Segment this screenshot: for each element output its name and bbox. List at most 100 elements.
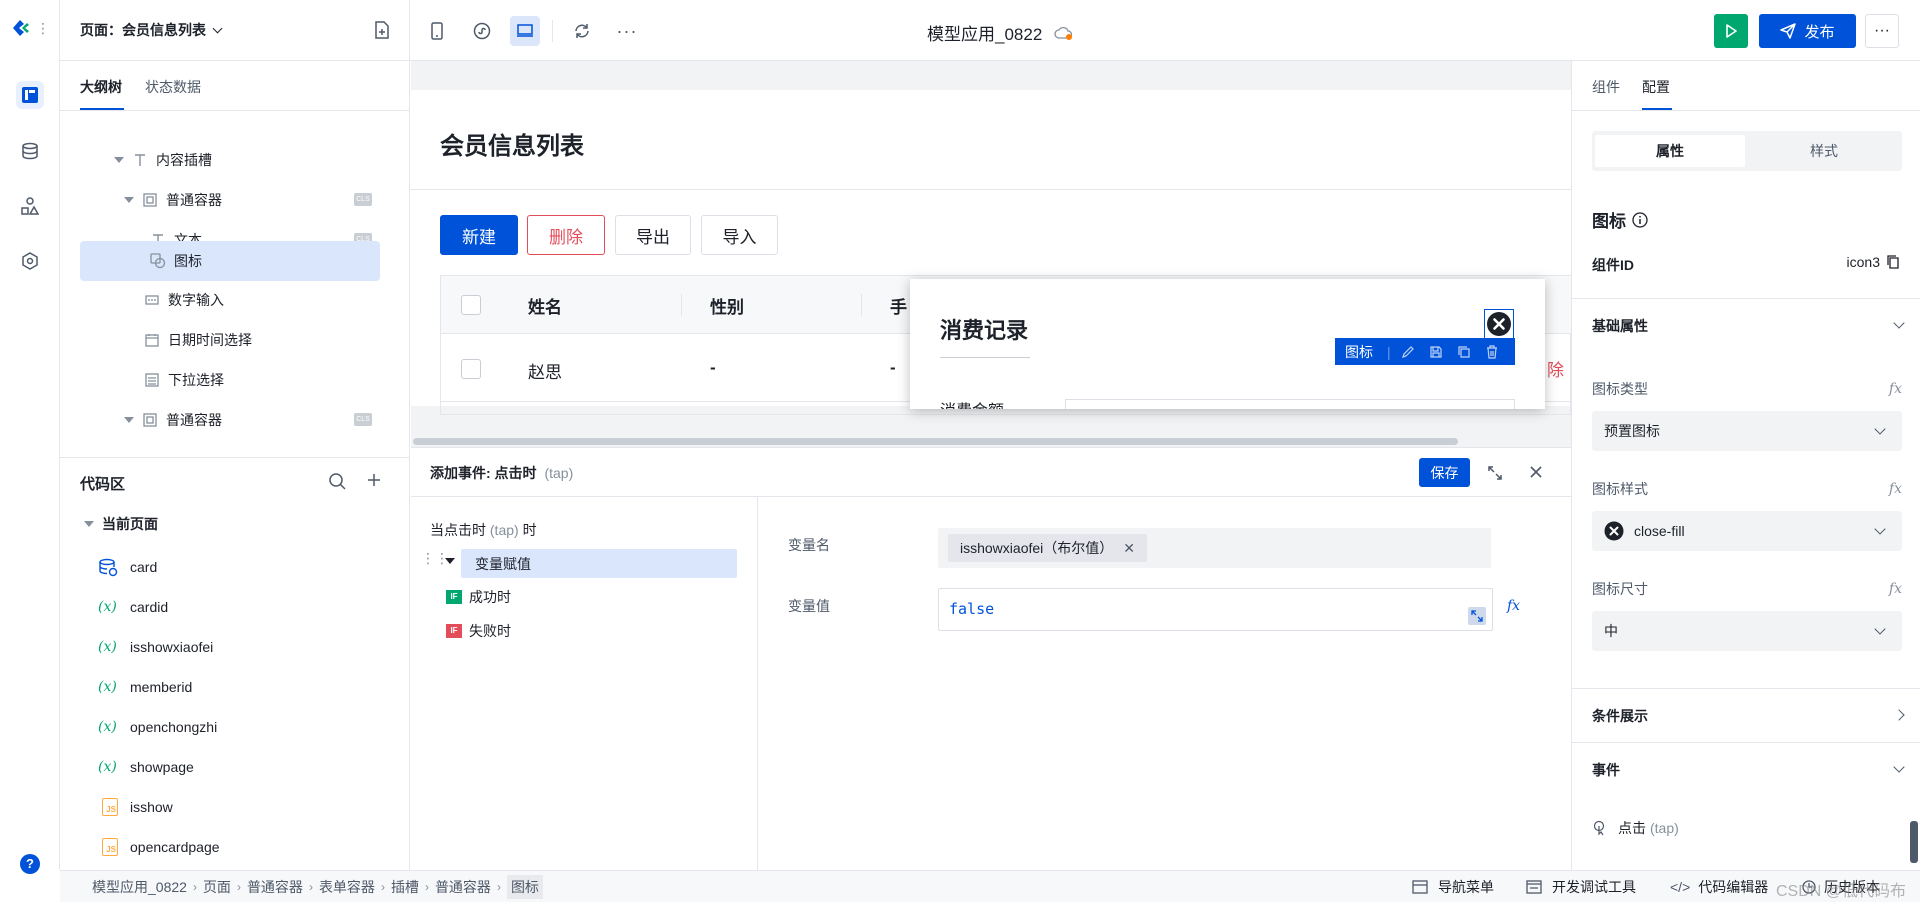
tab-components[interactable]: 组件: [1592, 77, 1620, 97]
divider: [60, 110, 409, 111]
row-checkbox[interactable]: [461, 359, 481, 379]
delete-icon[interactable]: [1485, 344, 1499, 359]
var-value-input[interactable]: false: [938, 588, 1493, 631]
amount-input[interactable]: [1065, 399, 1515, 409]
icon-style-select[interactable]: close-fill: [1592, 511, 1902, 551]
code-item-variable[interactable]: (x) cardid: [98, 587, 168, 627]
more-icon[interactable]: ···: [612, 16, 642, 46]
import-button[interactable]: 导入: [701, 215, 778, 255]
database-icon[interactable]: [16, 137, 44, 165]
tree-item[interactable]: 日期时间选择: [80, 320, 380, 360]
action-assign-variable[interactable]: 变量赋值: [461, 549, 737, 578]
run-button[interactable]: [1714, 14, 1748, 48]
info-icon[interactable]: [1632, 211, 1648, 228]
section-condition[interactable]: 条件展示: [1572, 688, 1920, 742]
breadcrumb-item[interactable]: 插槽: [391, 877, 419, 897]
event-item-tap[interactable]: 点击 (tap): [1592, 818, 1679, 838]
caret-down-icon: [124, 417, 134, 423]
fx-icon[interactable]: fx: [1889, 581, 1902, 597]
page-selector[interactable]: 页面：会员信息列表: [80, 20, 223, 40]
chevron-down-icon: [1893, 761, 1905, 773]
breadcrumb-item-current[interactable]: 图标: [506, 875, 543, 899]
tree-item-selected[interactable]: 图标: [80, 241, 380, 281]
new-button[interactable]: 新建: [440, 215, 518, 255]
breadcrumb-item[interactable]: 页面: [203, 877, 231, 897]
refresh-icon[interactable]: [567, 16, 597, 46]
devtools-button[interactable]: 开发调试工具: [1526, 871, 1636, 902]
publish-button[interactable]: 发布: [1759, 14, 1856, 48]
copy-icon[interactable]: [1457, 345, 1471, 359]
code-group[interactable]: 当前页面: [84, 514, 158, 534]
row-delete-link[interactable]: 除: [1547, 356, 1564, 381]
add-icon[interactable]: [366, 472, 382, 488]
code-editor-button[interactable]: </> 代码编辑器: [1670, 871, 1768, 902]
app-title: 模型应用_0822: [927, 25, 1043, 44]
component-heading-label: 图标: [1592, 212, 1626, 231]
section-events[interactable]: 事件: [1572, 742, 1920, 796]
fx-icon[interactable]: fx: [1507, 598, 1520, 614]
tree-item[interactable]: 内容插槽: [80, 140, 380, 180]
fail-branch[interactable]: IF 失败时: [446, 621, 511, 641]
breadcrumb-item[interactable]: 普通容器: [435, 877, 491, 897]
success-branch[interactable]: IF 成功时: [446, 587, 511, 607]
tree-item[interactable]: 普通容器 CLS: [80, 400, 380, 440]
text-icon: [132, 152, 148, 168]
nav-menu-button[interactable]: 导航菜单: [1412, 871, 1494, 902]
code-item-datasource[interactable]: card: [98, 547, 157, 587]
tab-state-data[interactable]: 状态数据: [145, 77, 201, 97]
copy-icon[interactable]: [1886, 254, 1900, 270]
save-icon[interactable]: [1429, 345, 1443, 359]
mobile-view-icon[interactable]: [422, 16, 452, 46]
outline-icon[interactable]: [16, 81, 44, 109]
code-item-variable[interactable]: (x) isshowxiaofei: [98, 627, 213, 667]
code-item-js[interactable]: JS isshow: [98, 787, 173, 827]
code-item-variable[interactable]: (x) showpage: [98, 747, 194, 787]
settings-hex-icon[interactable]: [16, 247, 44, 275]
add-page-icon[interactable]: [373, 21, 391, 39]
fx-icon[interactable]: fx: [1889, 481, 1902, 497]
export-button[interactable]: 导出: [615, 215, 691, 255]
components-icon[interactable]: [16, 192, 44, 220]
tab-outline[interactable]: 大纲树: [80, 77, 122, 97]
var-name-select[interactable]: isshowxiaofei（布尔值） ✕: [938, 528, 1491, 568]
code-item-variable[interactable]: (x) memberid: [98, 667, 192, 707]
breadcrumb-item[interactable]: 表单容器: [319, 877, 375, 897]
delete-button[interactable]: 删除: [527, 215, 605, 255]
tag-close-icon[interactable]: ✕: [1123, 540, 1135, 557]
tree-item[interactable]: 下拉选择: [80, 360, 380, 400]
code-item-js[interactable]: JS opencardpage: [98, 827, 220, 867]
chevron-down-icon: [1874, 523, 1886, 535]
edit-icon[interactable]: [1401, 345, 1415, 359]
breadcrumb-item[interactable]: 模型应用_0822: [92, 877, 187, 897]
help-icon[interactable]: ?: [20, 854, 40, 874]
tree-item[interactable]: 数字输入: [80, 280, 380, 320]
breadcrumb-item[interactable]: 普通容器: [247, 877, 303, 897]
close-icon[interactable]: [1529, 465, 1543, 479]
section-basic-props[interactable]: 基础属性: [1572, 298, 1920, 352]
section-title: 基础属性: [1592, 317, 1648, 334]
icon-type-select[interactable]: 预置图标: [1592, 411, 1902, 451]
horizontal-scrollbar[interactable]: [413, 438, 1458, 445]
variable-icon: (x): [98, 599, 117, 615]
icon-size-select[interactable]: 中: [1592, 611, 1902, 651]
expand-editor-icon[interactable]: [1468, 607, 1486, 625]
app-logo[interactable]: ⋮: [10, 16, 50, 40]
code-icon: </>: [1670, 879, 1691, 895]
select-all-checkbox[interactable]: [461, 295, 481, 315]
tab-config[interactable]: 配置: [1642, 77, 1670, 97]
seg-props[interactable]: 属性: [1595, 135, 1745, 167]
tree-item[interactable]: 普通容器 CLS: [80, 180, 380, 220]
desktop-view-icon[interactable]: [510, 16, 540, 46]
fail-label: 失败时: [469, 623, 511, 639]
fx-icon[interactable]: fx: [1889, 381, 1902, 397]
side-handle[interactable]: [1910, 821, 1918, 863]
save-button[interactable]: 保存: [1419, 458, 1470, 487]
search-icon[interactable]: [328, 472, 346, 490]
expand-icon[interactable]: [1487, 465, 1503, 481]
close-fill-icon[interactable]: [1484, 309, 1514, 339]
code-item-variable[interactable]: (x) openchongzhi: [98, 707, 217, 747]
miniprogram-view-icon[interactable]: [467, 16, 497, 46]
seg-styles[interactable]: 样式: [1749, 135, 1899, 167]
devtools-icon: [1526, 880, 1542, 894]
more-menu-button[interactable]: ···: [1865, 14, 1899, 48]
